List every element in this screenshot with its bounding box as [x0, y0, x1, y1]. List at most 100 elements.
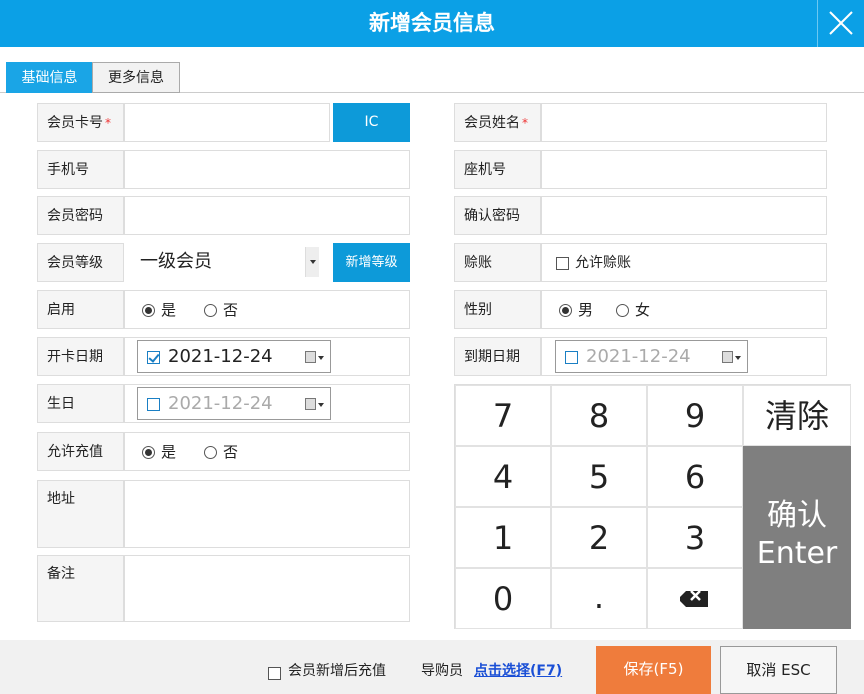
birthday-checkbox[interactable]	[147, 398, 160, 411]
enabled-no-label: 否	[223, 301, 239, 319]
card-no-row: 会员卡号 * IC	[37, 103, 410, 142]
gender-label: 性别	[454, 290, 541, 329]
backspace-icon	[680, 590, 708, 607]
chevron-down-icon	[318, 403, 324, 407]
password-input[interactable]	[124, 196, 410, 235]
key-dot[interactable]: .	[551, 568, 647, 629]
password-label: 会员密码	[37, 196, 124, 235]
enabled-radio-group: 是 否	[124, 290, 410, 329]
chevron-down-icon[interactable]	[305, 247, 319, 277]
mobile-input[interactable]	[124, 150, 410, 189]
enabled-no-radio[interactable]	[204, 304, 217, 317]
gender-male-label: 男	[578, 301, 594, 319]
name-label: 会员姓名 *	[454, 103, 541, 142]
key-backspace[interactable]	[647, 568, 743, 629]
save-button[interactable]: 保存(F5)	[596, 646, 711, 694]
birthday-value: 2021-12-24	[168, 393, 273, 414]
chevron-down-icon	[735, 356, 741, 360]
name-input[interactable]	[541, 103, 827, 142]
key-4[interactable]: 4	[455, 446, 551, 507]
level-label: 会员等级	[37, 243, 124, 282]
gender-female-radio[interactable]	[616, 304, 629, 317]
open-date-picker[interactable]: 2021-12-24	[137, 340, 331, 373]
expire-date-picker[interactable]: 2021-12-24	[555, 340, 748, 373]
allow-recharge-row: 允许充值 是 否	[37, 432, 410, 471]
calendar-icon[interactable]	[305, 351, 316, 363]
enabled-label: 启用	[37, 290, 124, 329]
open-date-cell: 2021-12-24	[124, 337, 410, 376]
open-date-row: 开卡日期 2021-12-24	[37, 337, 410, 376]
close-icon[interactable]	[817, 0, 864, 47]
expire-date-label: 到期日期	[454, 337, 541, 376]
key-7[interactable]: 7	[455, 385, 551, 446]
allow-credit-checkbox[interactable]	[556, 257, 569, 270]
card-no-label: 会员卡号 *	[37, 103, 124, 142]
tab-more-info[interactable]: 更多信息	[92, 62, 180, 93]
mobile-row: 手机号	[37, 150, 410, 189]
gender-male-radio[interactable]	[559, 304, 572, 317]
add-level-button[interactable]: 新增等级	[333, 243, 410, 282]
expire-date-value: 2021-12-24	[586, 346, 691, 367]
birthday-picker[interactable]: 2021-12-24	[137, 387, 331, 420]
open-date-value: 2021-12-24	[168, 346, 273, 367]
birthday-label: 生日	[37, 384, 124, 423]
recharge-after-add-checkbox[interactable]	[268, 667, 281, 680]
credit-label: 赊账	[454, 243, 541, 282]
name-row: 会员姓名 *	[454, 103, 827, 142]
key-clear[interactable]: 清除	[743, 385, 851, 446]
remark-textarea[interactable]	[124, 555, 410, 622]
landline-row: 座机号	[454, 150, 827, 189]
gender-female-label: 女	[635, 301, 651, 319]
calendar-icon[interactable]	[305, 398, 316, 410]
key-3[interactable]: 3	[647, 507, 743, 568]
select-guide-link[interactable]: 点击选择(F7)	[474, 660, 562, 682]
landline-input[interactable]	[541, 150, 827, 189]
birthday-cell: 2021-12-24	[124, 384, 410, 423]
key-5[interactable]: 5	[551, 446, 647, 507]
tab-basic-info[interactable]: 基础信息	[6, 62, 93, 93]
mobile-label: 手机号	[37, 150, 124, 189]
key-9[interactable]: 9	[647, 385, 743, 446]
confirm-password-label: 确认密码	[454, 196, 541, 235]
allow-recharge-radio-group: 是 否	[124, 432, 410, 471]
expire-date-checkbox[interactable]	[565, 351, 578, 364]
key-0[interactable]: 0	[455, 568, 551, 629]
card-no-input[interactable]	[124, 103, 330, 142]
birthday-row: 生日 2021-12-24	[37, 384, 410, 423]
key-1[interactable]: 1	[455, 507, 551, 568]
key-8[interactable]: 8	[551, 385, 647, 446]
credit-cell: 允许赊账	[541, 243, 827, 282]
key-6[interactable]: 6	[647, 446, 743, 507]
open-date-checkbox[interactable]	[147, 351, 160, 364]
window-title: 新增会员信息	[369, 11, 495, 35]
key-2[interactable]: 2	[551, 507, 647, 568]
confirm-label: 确认	[767, 498, 827, 533]
expire-date-cell: 2021-12-24	[541, 337, 827, 376]
enter-label: Enter	[756, 536, 838, 571]
password-row: 会员密码	[37, 196, 410, 235]
address-textarea[interactable]	[124, 480, 410, 548]
credit-row: 赊账 允许赊账	[454, 243, 827, 282]
cancel-button[interactable]: 取消 ESC	[720, 646, 837, 694]
recharge-yes-radio[interactable]	[142, 446, 155, 459]
expire-date-row: 到期日期 2021-12-24	[454, 337, 827, 376]
gender-row: 性别 男 女	[454, 290, 827, 329]
allow-recharge-label: 允许充值	[37, 432, 124, 471]
enabled-yes-radio[interactable]	[142, 304, 155, 317]
calendar-icon[interactable]	[722, 351, 733, 363]
open-date-label: 开卡日期	[37, 337, 124, 376]
guide-label: 导购员	[421, 663, 463, 679]
gender-radio-group: 男 女	[541, 290, 827, 329]
confirm-password-input[interactable]	[541, 196, 827, 235]
level-select[interactable]: 一级会员	[124, 243, 330, 282]
landline-label: 座机号	[454, 150, 541, 189]
address-label: 地址	[37, 480, 124, 548]
key-confirm-enter[interactable]: 确认 Enter	[743, 446, 851, 629]
confirm-password-row: 确认密码	[454, 196, 827, 235]
ic-button[interactable]: IC	[333, 103, 410, 142]
level-row: 会员等级 一级会员 新增等级	[37, 243, 410, 282]
recharge-no-radio[interactable]	[204, 446, 217, 459]
numeric-keypad: 7 8 9 清除 4 5 6 1 2 3 0 . 确认 Enter	[454, 384, 851, 629]
enabled-yes-label: 是	[161, 301, 177, 319]
remark-label: 备注	[37, 555, 124, 622]
